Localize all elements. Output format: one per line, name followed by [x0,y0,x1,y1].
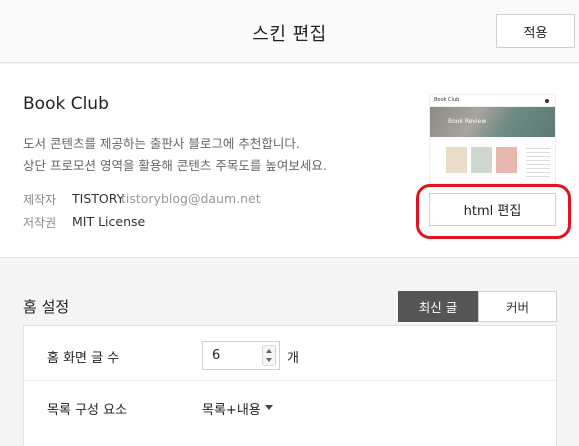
skin-description-line-2: 상단 프로모션 영역을 활용해 콘텐츠 주목도를 높여보세요. [23,158,327,173]
divider [24,380,556,381]
maker-value: TISTORY [72,191,125,206]
thumbnail-title: Book Club [434,97,460,103]
tab-cover[interactable]: 커버 [478,291,557,322]
skin-description-line-1: 도서 콘텐츠를 제공하는 출판사 블로그에 추천합니다. [23,136,300,151]
maker-label: 제작자 [23,193,57,207]
thumbnail-card [496,147,517,173]
tab-latest-posts[interactable]: 최신 글 [398,291,478,322]
thumbnail-topbar: Book Club [430,95,555,107]
chevron-up-icon[interactable] [266,349,272,353]
post-count-value: 6 [212,348,221,363]
thumbnail-card [471,147,492,173]
thumbnail-sidebar [526,145,550,179]
home-settings-title: 홈 설정 [23,298,70,316]
post-count-label: 홈 화면 글 수 [47,351,120,366]
skin-editor-page: 스킨 편집 적용 Book Club 도서 콘텐츠를 제공하는 출판사 블로그에… [0,0,579,446]
copyright-label: 저작권 [23,216,57,230]
caret-down-icon[interactable] [265,405,273,410]
chevron-down-icon[interactable] [266,358,272,362]
copyright-value: MIT License [72,214,146,229]
thumbnail-banner: Book Review [430,107,555,137]
header: 스킨 편집 적용 [0,0,579,63]
highlight-annotation [416,184,571,239]
list-layout-label: 목록 구성 요소 [47,403,128,418]
maker-email: tistoryblog@daum.net [121,191,261,206]
page-title: 스킨 편집 [252,24,327,45]
home-settings-box: 홈 화면 글 수 6 개 목록 구성 요소 목록+내용 [23,325,557,446]
post-count-stepper[interactable]: 6 [202,341,280,370]
skin-info-panel: Book Club 도서 콘텐츠를 제공하는 출판사 블로그에 추천합니다. 상… [0,64,579,258]
stepper-arrows-icon[interactable] [262,345,276,366]
thumbnail-card [446,147,467,173]
skin-name: Book Club [23,94,109,114]
post-count-unit: 개 [287,351,299,366]
skin-thumbnail: Book Club Book Review [429,94,556,184]
apply-button[interactable]: 적용 [496,14,575,48]
thumbnail-banner-text: Book Review [448,118,487,125]
list-layout-select[interactable]: 목록+내용 [202,399,261,418]
thumbnail-menu-icon [545,99,549,103]
